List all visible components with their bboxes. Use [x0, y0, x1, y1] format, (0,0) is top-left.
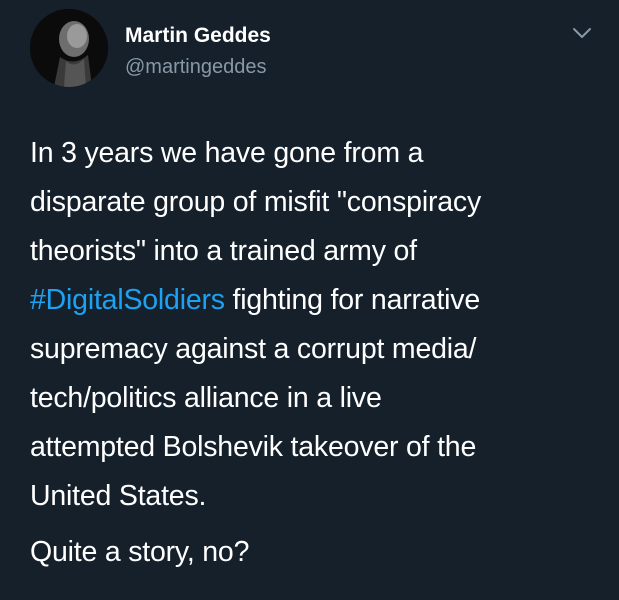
tweet-line: attempted Bolshevik takeover of the: [30, 431, 477, 463]
tweet-line: tech/politics alliance in a live: [30, 382, 382, 414]
more-options-button[interactable]: [570, 24, 594, 42]
tweet-text: In 3 years we have gone from a disparate…: [30, 129, 600, 521]
tweet-line: supremacy against a corrupt media/: [30, 333, 477, 365]
profile-photo-icon: [30, 9, 108, 87]
tweet-line: disparate group of misfit "conspiracy: [30, 186, 482, 218]
tweet-card: Martin Geddes @martingeddes In 3 years w…: [0, 0, 619, 600]
hashtag-link[interactable]: #DigitalSoldiers: [30, 284, 225, 316]
author-avatar[interactable]: [30, 9, 108, 87]
tweet-line-rest: fighting for narrative: [224, 284, 481, 316]
tweet-line: In 3 years we have gone from a: [30, 137, 424, 169]
tweet-closing-line: Quite a story, no?: [30, 536, 250, 568]
chevron-down-icon: [573, 28, 591, 38]
author-handle[interactable]: @martingeddes: [125, 56, 266, 79]
author-name[interactable]: Martin Geddes: [125, 24, 271, 48]
tweet-line: United States.: [30, 480, 207, 512]
tweet-line: theorists" into a trained army of: [30, 235, 417, 267]
tweet-line: #DigitalSoldiers fighting for narrative: [30, 276, 600, 325]
